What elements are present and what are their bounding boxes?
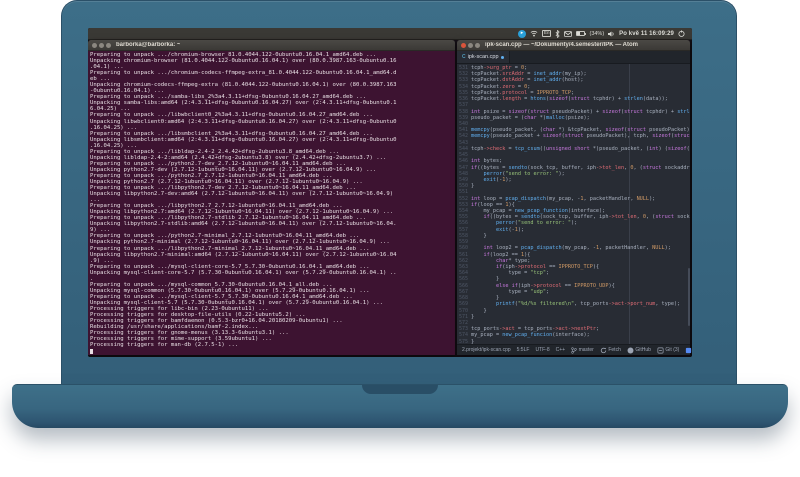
minimize-icon[interactable]	[99, 42, 104, 48]
maximize-icon[interactable]	[475, 42, 480, 48]
editor-gutter: 531 532 533 534 535 536 537 538 539 540 541 542 543 5…	[457, 64, 471, 344]
line-number: 561	[458, 251, 468, 258]
status-cursor-position[interactable]: 5:5	[517, 347, 524, 353]
status-item-git-3-[interactable]: Git (3)	[657, 347, 679, 354]
line-number: 575	[458, 338, 468, 344]
github-icon	[627, 347, 634, 354]
line-number: 546	[458, 158, 468, 165]
status-right: LF UTF-8 C++ master Fetch GitHub Git (3) 1 upda…	[524, 346, 692, 354]
laptop-base	[12, 384, 788, 428]
code-line: }	[471, 338, 475, 344]
line-number: 537	[458, 102, 468, 109]
line-number: 552	[458, 195, 468, 202]
pkg-icon	[685, 347, 692, 354]
volume-icon[interactable]	[608, 31, 615, 37]
status-item-utf-8[interactable]: UTF-8	[535, 347, 549, 353]
cpp-file-icon: C	[462, 54, 466, 60]
line-number: 551	[458, 189, 468, 196]
line-number: 560	[458, 245, 468, 252]
status-item-label: master	[578, 347, 594, 353]
line-number: 569	[458, 301, 468, 308]
tab-label: ipk-scan.cpp	[467, 54, 499, 60]
line-number: 557	[458, 226, 468, 233]
scrollbar-thumb[interactable]	[688, 268, 690, 326]
terminal-output[interactable]: Preparing to unpack .../chromium-browser…	[88, 51, 455, 355]
clock[interactable]: Po kvě 11 16:09:29	[619, 31, 674, 37]
tab-ipk-scan-cpp[interactable]: C ipk-scan.cpp	[457, 51, 510, 63]
atom-titlebar[interactable]: ipk-scan.cpp — ~/Dokumenty/4.semester/IP…	[457, 40, 690, 51]
line-number: 565	[458, 276, 468, 283]
status-item-label: C++	[555, 347, 566, 353]
line-number: 538	[458, 108, 468, 115]
status-item-lf[interactable]: LF	[524, 347, 530, 353]
status-item-label: UTF-8	[535, 347, 550, 353]
status-item-label: LF	[523, 347, 530, 353]
screen: En (34%) Po kvě 11 16:09:29	[88, 28, 692, 357]
battery-icon[interactable]	[576, 31, 587, 36]
bluetooth-icon[interactable]	[555, 29, 561, 38]
mail-icon[interactable]	[564, 30, 573, 37]
minimize-icon[interactable]	[468, 42, 473, 48]
editor-area[interactable]: 531 532 533 534 535 536 537 538 539 540 541 542 543 5…	[457, 64, 690, 344]
line-number: 570	[458, 307, 468, 314]
laptop-lid: En (34%) Po kvě 11 16:09:29	[61, 0, 737, 386]
terminal-output-line	[90, 348, 453, 355]
branch-icon	[571, 346, 577, 354]
atom-window: ipk-scan.cpp — ~/Dokumenty/4.semester/IP…	[457, 40, 692, 355]
system-top-bar: En (34%) Po kvě 11 16:09:29	[88, 28, 692, 40]
wifi-icon[interactable]	[530, 30, 538, 37]
tab-bar: C ipk-scan.cpp	[457, 51, 690, 64]
line-number: 556	[458, 220, 468, 227]
status-bar: 2.projekt/ipk-scan.cpp 5:5 LF UTF-8 C++ mas…	[457, 344, 692, 355]
line-number: 547	[458, 164, 468, 171]
line-number: 543	[458, 139, 468, 146]
status-item-github[interactable]: GitHub	[627, 347, 651, 354]
battery-fill	[577, 32, 580, 35]
line-number: 534	[458, 83, 468, 90]
terminal-cursor	[90, 349, 94, 355]
close-icon[interactable]	[92, 42, 97, 48]
battery-percentage: (34%)	[589, 30, 605, 37]
power-icon[interactable]	[678, 30, 685, 37]
git-icon	[657, 347, 664, 354]
status-item-label: Fetch	[608, 347, 621, 353]
status-item-label: GitHub	[635, 347, 651, 353]
editor-code-pane[interactable]: tcph->urg_ptr = 0; tcpPacket.srcAddr = in…	[471, 64, 690, 344]
laptop-notch	[362, 385, 438, 394]
modified-indicator-icon[interactable]	[500, 55, 504, 59]
status-item-1-update[interactable]: 1 update	[685, 347, 692, 354]
close-icon[interactable]	[461, 42, 466, 48]
status-item-master[interactable]: master	[571, 346, 594, 354]
atom-window-title: ipk-scan.cpp — ~/Dokumenty/4.semester/IP…	[485, 42, 638, 48]
line-number: 566	[458, 282, 468, 289]
editor-scrollbar[interactable]	[688, 64, 690, 344]
keyboard-layout-indicator[interactable]: En	[541, 29, 552, 38]
terminal-titlebar[interactable]: barborka@barborka: ~	[88, 40, 455, 51]
status-item-fetch[interactable]: Fetch	[600, 347, 621, 354]
maximize-icon[interactable]	[106, 42, 111, 48]
messenger-app-icon[interactable]	[517, 29, 526, 38]
sync-icon	[600, 347, 607, 354]
line-number: 533	[458, 77, 468, 84]
terminal-title: barborka@barborka: ~	[116, 42, 181, 48]
terminal-window: barborka@barborka: ~ Preparing to unpack…	[88, 40, 455, 355]
line-number: 542	[458, 133, 468, 140]
line-number: 574	[458, 332, 468, 339]
status-file-path[interactable]: 2.projekt/ipk-scan.cpp	[462, 347, 511, 353]
editor-code[interactable]: tcph->urg_ptr = 0; tcpPacket.srcAddr = in…	[471, 65, 690, 344]
laptop-mockup: En (34%) Po kvě 11 16:09:29	[0, 0, 800, 477]
system-tray: En (34%) Po kvě 11 16:09:29	[517, 28, 692, 39]
status-item-c-[interactable]: C++	[556, 347, 565, 353]
status-item-label: Git (3)	[665, 347, 680, 353]
